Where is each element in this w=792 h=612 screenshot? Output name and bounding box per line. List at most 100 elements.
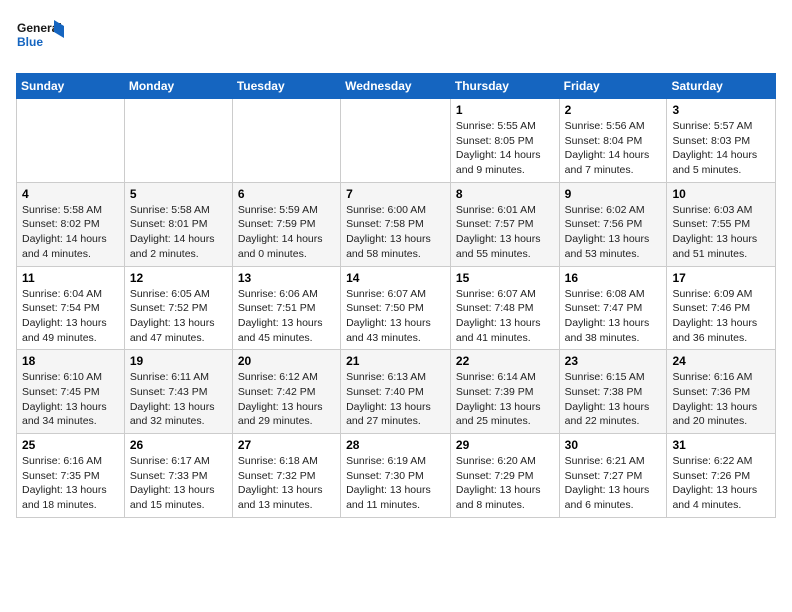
- calendar-cell: 19 Sunrise: 6:11 AM Sunset: 7:43 PM Dayli…: [124, 350, 232, 434]
- calendar-cell: 21 Sunrise: 6:13 AM Sunset: 7:40 PM Dayli…: [341, 350, 451, 434]
- day-number: 20: [238, 354, 335, 368]
- day-number: 8: [456, 187, 554, 201]
- svg-text:Blue: Blue: [17, 35, 43, 49]
- day-info: Sunrise: 6:22 AM Sunset: 7:26 PM Dayligh…: [672, 454, 770, 513]
- weekday-header-saturday: Saturday: [667, 74, 776, 99]
- calendar-cell: 20 Sunrise: 6:12 AM Sunset: 7:42 PM Dayli…: [232, 350, 340, 434]
- calendar-cell: 6 Sunrise: 5:59 AM Sunset: 7:59 PM Daylig…: [232, 182, 340, 266]
- day-info: Sunrise: 6:07 AM Sunset: 7:48 PM Dayligh…: [456, 287, 554, 346]
- calendar-cell: 2 Sunrise: 5:56 AM Sunset: 8:04 PM Daylig…: [559, 99, 667, 183]
- calendar-cell: 23Sunrise: 6:15 AM Sunset: 7:38 PM Dayli…: [559, 350, 667, 434]
- day-info: Sunrise: 6:08 AM Sunset: 7:47 PM Dayligh…: [565, 287, 662, 346]
- day-number: 27: [238, 438, 335, 452]
- calendar-cell: 14 Sunrise: 6:07 AM Sunset: 7:50 PM Dayli…: [341, 266, 451, 350]
- calendar-cell: 8 Sunrise: 6:01 AM Sunset: 7:57 PM Daylig…: [450, 182, 559, 266]
- day-info: Sunrise: 6:18 AM Sunset: 7:32 PM Dayligh…: [238, 454, 335, 513]
- calendar-cell: 9 Sunrise: 6:02 AM Sunset: 7:56 PM Daylig…: [559, 182, 667, 266]
- day-number: 4: [22, 187, 119, 201]
- weekday-header-sunday: Sunday: [17, 74, 125, 99]
- day-number: 17: [672, 271, 770, 285]
- day-info: Sunrise: 6:03 AM Sunset: 7:55 PM Dayligh…: [672, 203, 770, 262]
- day-number: 3: [672, 103, 770, 117]
- calendar-cell: 27 Sunrise: 6:18 AM Sunset: 7:32 PM Dayli…: [232, 434, 340, 518]
- day-info: Sunrise: 5:55 AM Sunset: 8:05 PM Dayligh…: [456, 119, 554, 178]
- calendar-cell: [232, 99, 340, 183]
- day-info: Sunrise: 6:16 AM Sunset: 7:35 PM Dayligh…: [22, 454, 119, 513]
- logo-svg: General Blue: [16, 16, 66, 61]
- weekday-header-monday: Monday: [124, 74, 232, 99]
- calendar-cell: 29 Sunrise: 6:20 AM Sunset: 7:29 PM Dayli…: [450, 434, 559, 518]
- day-info: Sunrise: 6:04 AM Sunset: 7:54 PM Dayligh…: [22, 287, 119, 346]
- day-info: Sunrise: 6:01 AM Sunset: 7:57 PM Dayligh…: [456, 203, 554, 262]
- day-info: Sunrise: 6:06 AM Sunset: 7:51 PM Dayligh…: [238, 287, 335, 346]
- calendar-cell: 25 Sunrise: 6:16 AM Sunset: 7:35 PM Dayli…: [17, 434, 125, 518]
- day-number: 6: [238, 187, 335, 201]
- day-number: 18: [22, 354, 119, 368]
- day-number: 12: [130, 271, 227, 285]
- calendar-cell: 24Sunrise: 6:16 AM Sunset: 7:36 PM Dayli…: [667, 350, 776, 434]
- day-info: Sunrise: 6:14 AM Sunset: 7:39 PM Dayligh…: [456, 370, 554, 429]
- calendar-cell: [124, 99, 232, 183]
- weekday-header-wednesday: Wednesday: [341, 74, 451, 99]
- day-number: 14: [346, 271, 445, 285]
- day-info: Sunrise: 6:21 AM Sunset: 7:27 PM Dayligh…: [565, 454, 662, 513]
- weekday-header-tuesday: Tuesday: [232, 74, 340, 99]
- day-info: Sunrise: 5:56 AM Sunset: 8:04 PM Dayligh…: [565, 119, 662, 178]
- calendar-cell: 31 Sunrise: 6:22 AM Sunset: 7:26 PM Dayli…: [667, 434, 776, 518]
- calendar-cell: 11 Sunrise: 6:04 AM Sunset: 7:54 PM Dayli…: [17, 266, 125, 350]
- day-number: 10: [672, 187, 770, 201]
- calendar-cell: 7Sunrise: 6:00 AM Sunset: 7:58 PM Daylig…: [341, 182, 451, 266]
- day-number: 19: [130, 354, 227, 368]
- day-info: Sunrise: 6:07 AM Sunset: 7:50 PM Dayligh…: [346, 287, 445, 346]
- calendar-cell: 13 Sunrise: 6:06 AM Sunset: 7:51 PM Dayli…: [232, 266, 340, 350]
- day-info: Sunrise: 5:58 AM Sunset: 8:02 PM Dayligh…: [22, 203, 119, 262]
- day-info: Sunrise: 5:57 AM Sunset: 8:03 PM Dayligh…: [672, 119, 770, 178]
- calendar-cell: 3 Sunrise: 5:57 AM Sunset: 8:03 PM Daylig…: [667, 99, 776, 183]
- day-info: Sunrise: 5:59 AM Sunset: 7:59 PM Dayligh…: [238, 203, 335, 262]
- day-number: 28: [346, 438, 445, 452]
- day-info: Sunrise: 6:02 AM Sunset: 7:56 PM Dayligh…: [565, 203, 662, 262]
- calendar-cell: 1 Sunrise: 5:55 AM Sunset: 8:05 PM Daylig…: [450, 99, 559, 183]
- calendar-cell: 4 Sunrise: 5:58 AM Sunset: 8:02 PM Daylig…: [17, 182, 125, 266]
- calendar-cell: 26 Sunrise: 6:17 AM Sunset: 7:33 PM Dayli…: [124, 434, 232, 518]
- day-number: 1: [456, 103, 554, 117]
- day-info: Sunrise: 6:15 AM Sunset: 7:38 PM Dayligh…: [565, 370, 662, 429]
- day-info: Sunrise: 6:16 AM Sunset: 7:36 PM Dayligh…: [672, 370, 770, 429]
- calendar-cell: 16 Sunrise: 6:08 AM Sunset: 7:47 PM Dayli…: [559, 266, 667, 350]
- day-info: Sunrise: 6:09 AM Sunset: 7:46 PM Dayligh…: [672, 287, 770, 346]
- day-info: Sunrise: 6:13 AM Sunset: 7:40 PM Dayligh…: [346, 370, 445, 429]
- day-number: 21: [346, 354, 445, 368]
- day-info: Sunrise: 6:20 AM Sunset: 7:29 PM Dayligh…: [456, 454, 554, 513]
- day-number: 25: [22, 438, 119, 452]
- calendar-week-4: 18 Sunrise: 6:10 AM Sunset: 7:45 PM Dayli…: [17, 350, 776, 434]
- day-number: 7: [346, 187, 445, 201]
- day-number: 30: [565, 438, 662, 452]
- calendar-cell: [341, 99, 451, 183]
- calendar-week-5: 25 Sunrise: 6:16 AM Sunset: 7:35 PM Dayli…: [17, 434, 776, 518]
- day-number: 9: [565, 187, 662, 201]
- calendar-cell: 17 Sunrise: 6:09 AM Sunset: 7:46 PM Dayli…: [667, 266, 776, 350]
- calendar-cell: [17, 99, 125, 183]
- day-number: 16: [565, 271, 662, 285]
- calendar-week-1: 1 Sunrise: 5:55 AM Sunset: 8:05 PM Daylig…: [17, 99, 776, 183]
- calendar-cell: 15Sunrise: 6:07 AM Sunset: 7:48 PM Dayli…: [450, 266, 559, 350]
- calendar-table: SundayMondayTuesdayWednesdayThursdayFrid…: [16, 73, 776, 518]
- weekday-header-row: SundayMondayTuesdayWednesdayThursdayFrid…: [17, 74, 776, 99]
- page-header: General Blue: [16, 16, 776, 61]
- day-number: 13: [238, 271, 335, 285]
- day-info: Sunrise: 6:17 AM Sunset: 7:33 PM Dayligh…: [130, 454, 227, 513]
- day-number: 11: [22, 271, 119, 285]
- day-number: 29: [456, 438, 554, 452]
- calendar-week-2: 4 Sunrise: 5:58 AM Sunset: 8:02 PM Daylig…: [17, 182, 776, 266]
- day-info: Sunrise: 6:12 AM Sunset: 7:42 PM Dayligh…: [238, 370, 335, 429]
- day-info: Sunrise: 6:10 AM Sunset: 7:45 PM Dayligh…: [22, 370, 119, 429]
- day-info: Sunrise: 6:11 AM Sunset: 7:43 PM Dayligh…: [130, 370, 227, 429]
- day-info: Sunrise: 6:19 AM Sunset: 7:30 PM Dayligh…: [346, 454, 445, 513]
- day-number: 26: [130, 438, 227, 452]
- day-number: 31: [672, 438, 770, 452]
- calendar-cell: 5Sunrise: 5:58 AM Sunset: 8:01 PM Daylig…: [124, 182, 232, 266]
- calendar-cell: 10 Sunrise: 6:03 AM Sunset: 7:55 PM Dayli…: [667, 182, 776, 266]
- calendar-cell: 18 Sunrise: 6:10 AM Sunset: 7:45 PM Dayli…: [17, 350, 125, 434]
- day-number: 2: [565, 103, 662, 117]
- weekday-header-friday: Friday: [559, 74, 667, 99]
